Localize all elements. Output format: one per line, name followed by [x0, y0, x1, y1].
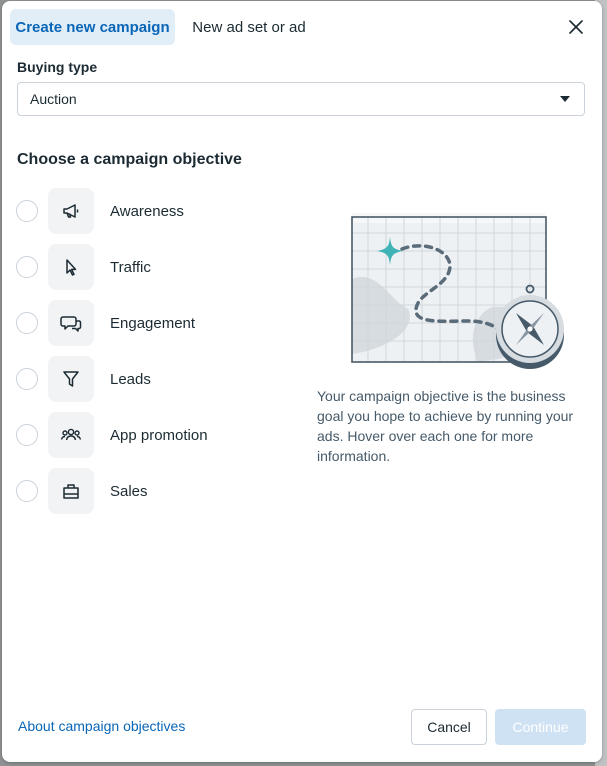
objective-leads[interactable]: Leads: [16, 356, 286, 402]
objective-label: Engagement: [110, 314, 196, 332]
chevron-down-icon: [560, 96, 570, 102]
about-campaign-objectives-link[interactable]: About campaign objectives: [18, 718, 185, 734]
objective-sales[interactable]: Sales: [16, 468, 286, 514]
megaphone-icon: [63, 204, 79, 218]
objective-icon-tile: [48, 300, 94, 346]
create-campaign-dialog: Create new campaign New ad set or ad Buy…: [2, 1, 602, 762]
objective-app-promotion[interactable]: App promotion: [16, 412, 286, 458]
continue-button[interactable]: Continue: [495, 709, 586, 745]
objective-awareness[interactable]: Awareness: [16, 188, 286, 234]
objective-label: App promotion: [110, 426, 208, 444]
close-icon: [569, 20, 583, 34]
chat-bubbles-icon: [60, 316, 82, 332]
objective-icon-tile: [48, 188, 94, 234]
tab-new-ad-set-or-ad[interactable]: New ad set or ad: [182, 9, 316, 45]
objective-icon-tile: [48, 244, 94, 290]
buying-type-label: Buying type: [17, 59, 98, 75]
objective-radio[interactable]: [16, 200, 38, 222]
buying-type-select[interactable]: Auction: [17, 82, 585, 116]
objective-label: Leads: [110, 370, 151, 388]
objective-engagement[interactable]: Engagement: [16, 300, 286, 346]
objective-radio[interactable]: [16, 256, 38, 278]
buying-type-value: Auction: [30, 91, 77, 107]
objective-radio[interactable]: [16, 480, 38, 502]
objective-info-text: Your campaign objective is the business …: [317, 388, 574, 464]
objective-icon-tile: [48, 356, 94, 402]
map-compass-illustration: [351, 213, 564, 369]
people-group-icon: [60, 428, 82, 441]
tab-create-new-campaign[interactable]: Create new campaign: [10, 9, 175, 45]
cancel-button[interactable]: Cancel: [411, 709, 487, 745]
objective-radio[interactable]: [16, 424, 38, 446]
objective-traffic[interactable]: Traffic: [16, 244, 286, 290]
objective-label: Sales: [110, 482, 148, 500]
funnel-icon: [63, 371, 79, 387]
close-button[interactable]: [564, 15, 588, 39]
objective-icon-tile: [48, 412, 94, 458]
objective-label: Traffic: [110, 258, 151, 276]
objective-icon-tile: [48, 468, 94, 514]
objective-section-title: Choose a campaign objective: [17, 151, 242, 168]
objective-radio[interactable]: [16, 312, 38, 334]
cursor-icon: [66, 259, 77, 276]
objective-radio[interactable]: [16, 368, 38, 390]
shopping-bag-icon: [63, 484, 79, 499]
objective-label: Awareness: [110, 202, 184, 220]
